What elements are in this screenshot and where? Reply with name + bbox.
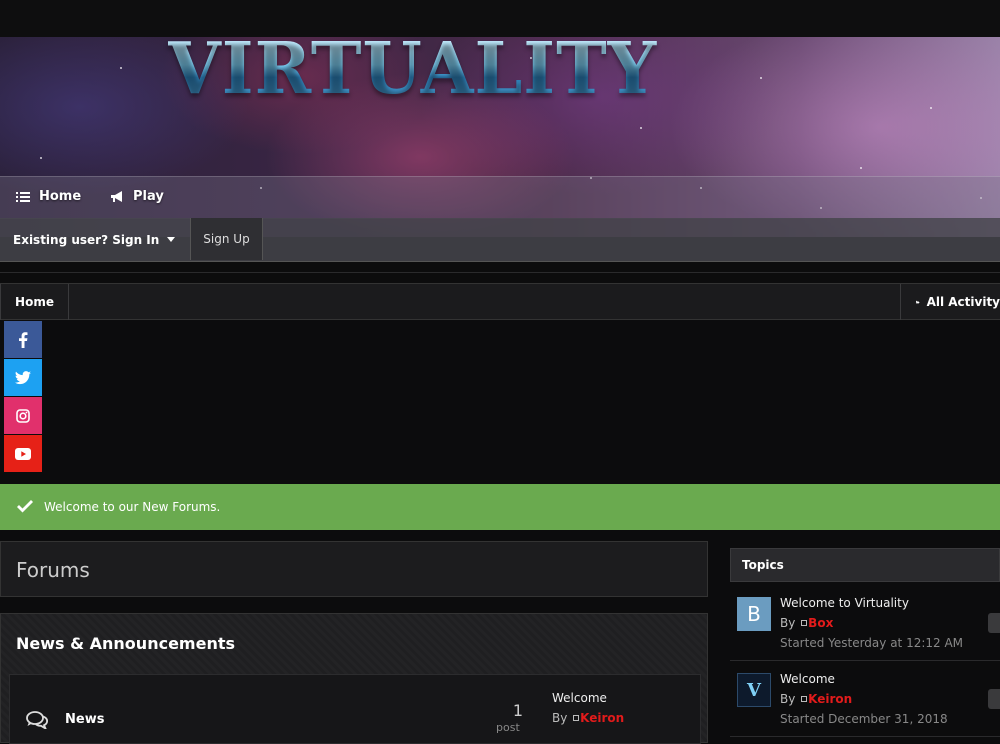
by-prefix: By [552, 711, 568, 725]
announcement-text: Welcome to our New Forums. [44, 500, 221, 514]
author-link[interactable]: Keiron [808, 692, 852, 706]
megaphone-icon [111, 190, 122, 202]
topic-started: Started Yesterday at 12:12 AM [780, 636, 964, 650]
forums-header: Forums [0, 541, 708, 597]
last-post-title[interactable]: Welcome [552, 691, 607, 705]
sign-in-button[interactable]: Existing user? Sign In [0, 218, 190, 261]
folder-open-icon [916, 300, 920, 304]
forum-category: News & Announcements News 1 post Welcome… [0, 613, 708, 744]
topic-item[interactable]: B Welcome to Virtuality By Box Started Y… [730, 590, 1000, 661]
youtube-icon [15, 447, 31, 460]
sign-in-label: Existing user? Sign In [13, 232, 160, 247]
breadcrumb-home[interactable]: Home [0, 284, 69, 320]
reply-count-bubble [988, 613, 1000, 633]
reply-count-bubble [988, 689, 1000, 709]
chat-bubbles-icon [26, 711, 48, 729]
forum-name[interactable]: News [65, 712, 104, 727]
site-logo[interactable]: VIRTUALITY [168, 37, 657, 111]
instagram-button[interactable] [4, 397, 42, 434]
category-title[interactable]: News & Announcements [16, 634, 235, 653]
author-link[interactable]: Box [808, 616, 833, 630]
topic-started: Started December 31, 2018 [780, 712, 948, 726]
youtube-button[interactable] [4, 435, 42, 472]
nav-item-home[interactable]: Home [16, 189, 81, 204]
twitter-button[interactable] [4, 359, 42, 396]
topic-title[interactable]: Welcome [780, 672, 835, 686]
topic-author-line: By Box [780, 616, 833, 630]
announcement-bar: Welcome to our New Forums. [0, 484, 1000, 530]
facebook-button[interactable] [4, 321, 42, 358]
all-activity-link[interactable]: All Activity [900, 284, 1000, 320]
divider [0, 272, 1000, 273]
page-title: Forums [16, 558, 90, 582]
nav-item-label: Play [133, 189, 164, 204]
post-count: 1 [512, 701, 523, 720]
nav-item-play[interactable]: Play [110, 189, 164, 204]
top-strip [0, 0, 1000, 37]
by-prefix: By [780, 616, 796, 630]
author-link[interactable]: Keiron [580, 711, 624, 725]
topic-author-line: By Keiron [780, 692, 852, 706]
list-icon [16, 191, 30, 202]
all-activity-label: All Activity [926, 295, 1000, 309]
instagram-icon [16, 408, 30, 423]
avatar[interactable]: V [737, 673, 771, 707]
user-bar: Existing user? Sign In Sign Up [0, 218, 1000, 262]
by-prefix: By [780, 692, 796, 706]
user-group-icon [801, 696, 808, 702]
main-nav: Home Play [0, 176, 1000, 219]
checkmark-icon [17, 500, 33, 513]
user-group-icon [573, 715, 580, 721]
topic-item[interactable]: V Welcome By Keiron Started December 31,… [730, 666, 1000, 737]
twitter-icon [15, 370, 31, 384]
caret-down-icon [167, 237, 176, 242]
breadcrumb: Home All Activity [0, 283, 1000, 320]
topics-title: Topics [730, 548, 1000, 582]
sign-up-button[interactable]: Sign Up [190, 218, 263, 260]
avatar[interactable]: B [737, 597, 771, 631]
topic-title[interactable]: Welcome to Virtuality [780, 596, 909, 610]
nav-item-label: Home [39, 189, 82, 204]
user-group-icon [801, 620, 808, 626]
forum-row[interactable]: News 1 post Welcome By Keiron [9, 674, 701, 744]
facebook-icon [19, 331, 28, 348]
last-post-by: By Keiron [552, 711, 624, 725]
